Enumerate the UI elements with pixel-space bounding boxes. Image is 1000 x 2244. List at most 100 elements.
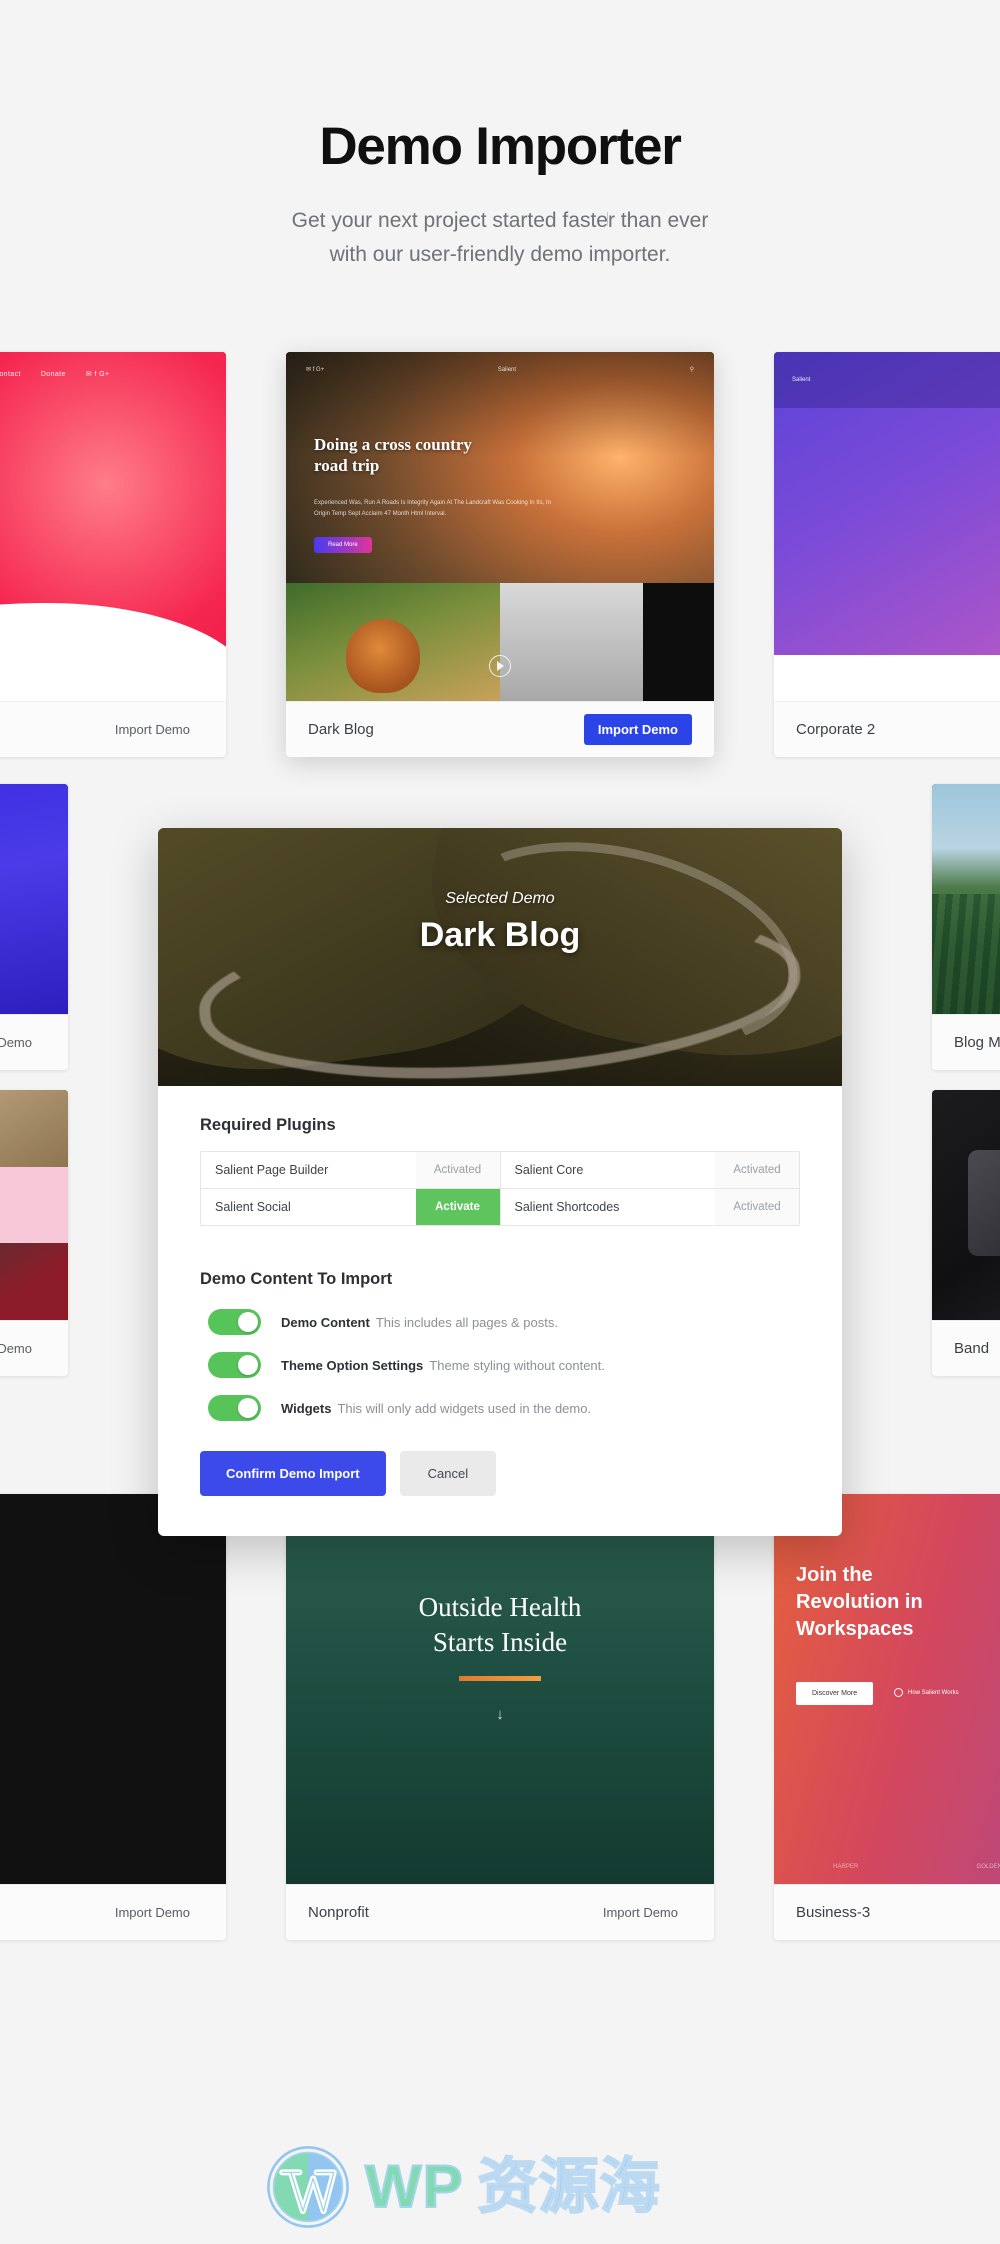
plugin-name: Salient Social <box>215 1200 291 1214</box>
forest-artwork <box>932 784 1000 1014</box>
demo-card-band[interactable]: Band <box>932 1090 1000 1376</box>
toggle-row-theme-options: Theme Option Settings Theme styling with… <box>200 1352 800 1378</box>
purple-artwork: Salient Home About Us Pages Small Detail… <box>774 352 1000 701</box>
card-title: Corporate 2 <box>796 721 876 738</box>
red-title-line2: Revolution in <box>796 1591 923 1613</box>
demo-card-monkey[interactable]: Import Demo <box>0 1494 226 1940</box>
watermark-wp-text: WP <box>364 2153 464 2220</box>
road-title-line2: road trip <box>314 456 380 476</box>
demo-import-modal: Selected Demo Dark Blog Required Plugins… <box>158 828 842 1536</box>
scroll-down-icon: ↓ <box>496 1706 504 1723</box>
demo-card-strip[interactable]: Import Demo <box>0 1090 68 1376</box>
card-footer: Import Demo <box>0 1320 68 1376</box>
strip-interior <box>500 583 643 701</box>
red-artwork: Join the Revolution in Workspaces Discov… <box>774 1494 1000 1884</box>
plugin-status: Activated <box>715 1189 799 1225</box>
red-link-label: How Salient Works <box>908 1689 959 1696</box>
card-thumbnail: Salient Menu Outside Health Starts Insid… <box>286 1494 714 1884</box>
road-topbar: ✉ f G+ Salient ⚲ <box>306 366 694 374</box>
red-title: Join the Revolution in Workspaces <box>796 1562 923 1643</box>
toggle-knob <box>238 1398 258 1418</box>
demo-card-blog-magazine[interactable]: Blog Magazine <box>932 784 1000 1070</box>
plugin-status: Activated <box>415 1152 500 1188</box>
road-brand: Salient <box>497 366 517 373</box>
fox-image <box>345 619 420 693</box>
play-icon <box>489 655 511 677</box>
card-footer: Import Demo <box>0 1014 68 1070</box>
card-title: Business-3 <box>796 1904 871 1921</box>
import-demo-button[interactable]: Import Demo <box>101 714 204 745</box>
card-footer: Business-3 Import Demo <box>774 1884 1000 1940</box>
pink-nav-item: Contact <box>0 370 21 378</box>
strip-dark <box>642 583 714 701</box>
selected-demo-eyebrow: Selected Demo <box>445 890 555 907</box>
social-icons: ✉ f G+ <box>85 371 110 378</box>
plugin-activate-button[interactable]: Activate <box>415 1189 500 1225</box>
dark-product-artwork <box>932 1090 1000 1320</box>
import-demo-button[interactable]: Import Demo <box>0 1333 46 1364</box>
wordpress-logo-icon <box>267 2146 349 2228</box>
widgets-toggle[interactable] <box>208 1395 261 1421</box>
road-read-more-button: Read More <box>314 537 372 553</box>
toggle-label: Theme Option Settings <box>281 1357 424 1373</box>
cancel-button[interactable]: Cancel <box>399 1451 497 1496</box>
demo-card-blue[interactable]: Import Demo <box>0 784 68 1070</box>
card-footer: Import Demo <box>0 1884 226 1940</box>
play-circle-icon <box>894 1688 903 1697</box>
plugin-name: Salient Shortcodes <box>514 1200 620 1214</box>
road-title-line1: Doing a cross country <box>314 435 472 454</box>
card-footer: Dark Blog Import Demo <box>286 701 714 757</box>
card-thumbnail <box>0 1090 68 1320</box>
confirm-demo-import-button[interactable]: Confirm Demo Import <box>200 1451 386 1496</box>
hero-overlay <box>158 828 842 1086</box>
page-subtitle: Get your next project started faster tha… <box>0 204 1000 272</box>
demo-content-toggle[interactable] <box>208 1309 261 1335</box>
demo-card-nonprofit[interactable]: Salient Menu Outside Health Starts Insid… <box>286 1494 714 1940</box>
toggle-row-widgets: Widgets This will only add widgets used … <box>200 1395 800 1421</box>
card-title: Band <box>954 1340 990 1357</box>
card-footer: Band <box>932 1320 1000 1376</box>
toggle-description: This will only add widgets used in the d… <box>337 1400 592 1416</box>
plugin-cell: Salient Shortcodes Activated <box>501 1189 799 1225</box>
demo-card-business-3[interactable]: Join the Revolution in Workspaces Discov… <box>774 1494 1000 1940</box>
plugin-row: Salient Social Activate Salient Shortcod… <box>201 1189 799 1225</box>
green-title-line1: Outside Health <box>418 1592 582 1622</box>
red-discover-button: Discover More <box>796 1682 874 1705</box>
red-title-line1: Join the <box>796 1564 873 1586</box>
monkey-artwork <box>0 1494 226 1884</box>
card-footer: Import Demo <box>0 701 226 757</box>
card-thumbnail: Salient Home About Us Pages Small Detail… <box>774 352 1000 701</box>
import-demo-button[interactable]: Import Demo <box>0 1027 46 1058</box>
strip-artwork <box>0 1090 68 1320</box>
brand-item: HARPER <box>833 1864 859 1870</box>
modal-hero: Selected Demo Dark Blog <box>158 828 842 1086</box>
plugin-cell: Salient Core Activated <box>501 1152 799 1188</box>
strip-segment <box>0 1243 68 1320</box>
demo-row-3: Import Demo Salient Menu Outside Health … <box>0 1494 1000 1940</box>
demo-card-corporate-2[interactable]: Salient Home About Us Pages Small Detail… <box>774 352 1000 757</box>
demo-card-dark-blog[interactable]: ✉ f G+ Salient ⚲ Doing a cross country r… <box>286 352 714 757</box>
hero-text: Selected Demo Dark Blog <box>158 890 842 955</box>
plugin-cell: Salient Page Builder Activated <box>201 1152 501 1188</box>
toggle-label: Widgets <box>281 1400 332 1416</box>
watermark: WP 资源海 <box>265 2144 661 2230</box>
theme-options-toggle[interactable] <box>208 1352 261 1378</box>
card-thumbnail: Home News Contact Donate ✉ f G+ <box>0 352 226 701</box>
import-demo-button[interactable]: Import Demo <box>583 714 692 745</box>
watermark-cn-text: 资源海 <box>477 2153 661 2220</box>
demo-card-pink[interactable]: Home News Contact Donate ✉ f G+ Import D… <box>0 352 226 757</box>
card-footer: Nonprofit Import Demo <box>286 1884 714 1940</box>
plugin-row: Salient Page Builder Activated Salient C… <box>201 1152 799 1189</box>
toggle-description: Theme styling without content. <box>429 1357 605 1373</box>
card-title: Dark Blog <box>308 721 374 738</box>
page-header: Demo Importer Get your next project star… <box>0 0 1000 272</box>
red-title-line3: Workspaces <box>796 1618 914 1640</box>
import-demo-button[interactable]: Import Demo <box>589 1897 692 1928</box>
import-demo-button[interactable]: Import Demo <box>101 1897 204 1928</box>
strip-segment <box>0 1166 68 1244</box>
modal-actions: Confirm Demo Import Cancel <box>200 1451 800 1536</box>
search-icon: ⚲ <box>689 367 694 373</box>
card-footer: Corporate 2 Import Demo <box>774 701 1000 757</box>
green-title: Outside Health Starts Inside <box>286 1590 714 1660</box>
social-icons: ✉ f G+ <box>306 367 325 373</box>
